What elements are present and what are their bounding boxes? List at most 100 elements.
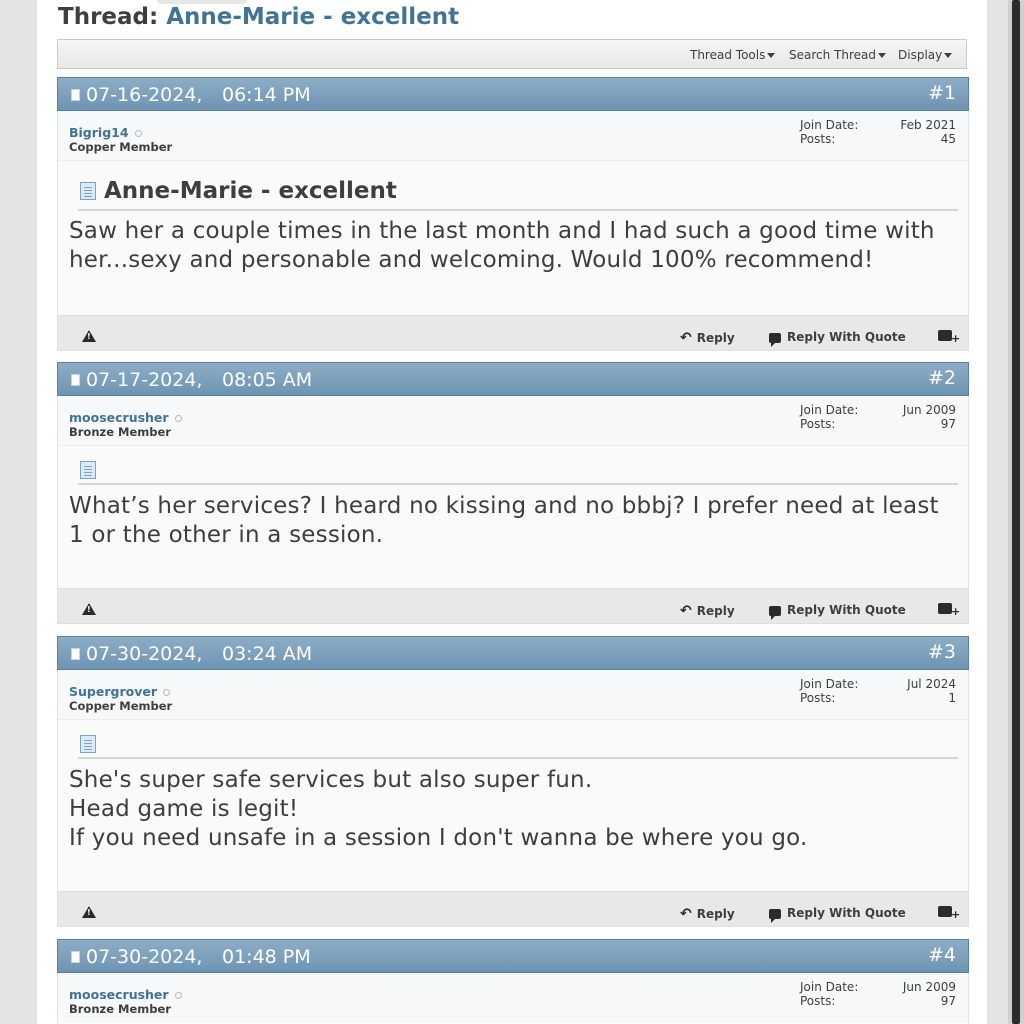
post-time: 01:48 PM: [222, 946, 311, 968]
thread-prefix: Thread:: [58, 4, 159, 30]
user-rank: Bronze Member: [69, 1002, 171, 1016]
username-text: moosecrusher: [69, 410, 169, 425]
post-status-icon: [71, 89, 80, 101]
offline-status-icon: [174, 415, 182, 422]
username-link[interactable]: moosecrusher: [69, 987, 182, 1002]
username-link[interactable]: moosecrusher: [69, 410, 182, 425]
post-number-link[interactable]: #4: [928, 944, 956, 966]
reply-with-quote-button[interactable]: Reply With Quote: [769, 330, 906, 347]
message-line: Saw her a couple times in the last month…: [69, 218, 935, 244]
reply-arrow-icon: ↶: [680, 906, 692, 922]
page-title: Thread: Anne-Marie - excellent: [58, 4, 459, 30]
reply-button[interactable]: ↶ Reply: [680, 906, 735, 922]
join-date-label: Join Date:: [800, 403, 859, 417]
message-line: her...sexy and personable and welcoming.…: [69, 247, 874, 273]
thread-tools-menu[interactable]: Thread Tools: [690, 48, 776, 62]
reply-label: Reply: [696, 907, 735, 921]
post-number-link[interactable]: #3: [928, 641, 956, 663]
post-header: 07-16-2024, 06:14 PM #1: [57, 77, 969, 111]
post-content: What’s her services? I heard no kissing …: [57, 445, 969, 589]
post-date: 07-17-2024,: [86, 369, 203, 391]
post-content: She's super safe services but also super…: [57, 719, 969, 892]
username-text: Bigrig14: [69, 125, 129, 140]
message-line: What’s her services? I heard no kissing …: [69, 493, 939, 519]
reply-with-quote-label: Reply With Quote: [787, 906, 906, 920]
title-divider: [78, 483, 958, 485]
post-time: 03:24 AM: [222, 643, 313, 665]
post-status-icon: [71, 374, 80, 386]
offline-status-icon: [162, 689, 170, 696]
reply-arrow-icon: ↶: [680, 330, 692, 346]
join-date-value: Jun 2009: [902, 403, 956, 417]
post-date: 07-30-2024,: [86, 946, 203, 968]
quote-bubble-icon: [769, 908, 781, 923]
username-link[interactable]: Bigrig14: [69, 125, 142, 140]
username-text: Supergrover: [69, 684, 157, 699]
thread-title-link[interactable]: Anne-Marie - excellent: [166, 4, 459, 30]
search-thread-label: Search Thread: [789, 48, 876, 62]
reply-with-quote-button[interactable]: Reply With Quote: [769, 603, 906, 620]
reply-with-quote-button[interactable]: Reply With Quote: [769, 906, 906, 923]
message-line: If you need unsafe in a session I don't …: [69, 825, 808, 851]
post-time: 08:05 AM: [222, 369, 313, 391]
offline-status-icon: [174, 992, 182, 999]
search-thread-menu[interactable]: Search Thread: [789, 48, 886, 62]
post-title: Anne-Marie - excellent: [104, 178, 397, 204]
post-number-link[interactable]: #2: [928, 367, 956, 389]
reply-label: Reply: [696, 331, 735, 345]
thread-tools-label: Thread Tools: [690, 48, 766, 62]
posts-label: Posts:: [800, 132, 836, 146]
posts-label: Posts:: [800, 994, 836, 1008]
post-status-icon: [71, 951, 80, 963]
post-time: 06:14 PM: [222, 84, 311, 106]
post-date: 07-16-2024,: [86, 84, 203, 106]
post-footer: ↶ Reply Reply With Quote: [57, 588, 969, 624]
post-document-icon: [80, 735, 96, 753]
user-info: Bigrig14 Copper Member Join Date: Feb 20…: [57, 111, 969, 161]
chevron-down-icon: [944, 53, 953, 58]
posts-count-value: 97: [940, 417, 956, 431]
multi-quote-icon[interactable]: [938, 603, 960, 618]
posts-count-value: 97: [940, 994, 956, 1008]
chevron-down-icon: [767, 53, 776, 58]
username-link[interactable]: Supergrover: [69, 684, 170, 699]
posts-label: Posts:: [800, 691, 836, 705]
post-document-icon: [80, 182, 96, 200]
posts-label: Posts:: [800, 417, 836, 431]
username-text: moosecrusher: [69, 987, 169, 1002]
post-number-link[interactable]: #1: [928, 82, 956, 104]
user-info: moosecrusher Bronze Member Join Date: Ju…: [57, 973, 969, 1023]
post-footer: ↶ Reply Reply With Quote: [57, 315, 969, 351]
reply-with-quote-label: Reply With Quote: [787, 330, 906, 344]
reply-arrow-icon: ↶: [680, 603, 692, 619]
display-label: Display: [898, 48, 943, 62]
join-date-value: Jun 2009: [902, 980, 956, 994]
post-content: Anne-Marie - excellent Saw her a couple …: [57, 160, 969, 316]
user-info: Supergrover Copper Member Join Date: Jul…: [57, 670, 969, 720]
post-footer: ↶ Reply Reply With Quote: [57, 891, 969, 927]
title-divider: [78, 757, 958, 759]
report-post-icon[interactable]: [82, 906, 96, 918]
title-divider: [78, 209, 958, 211]
multi-quote-icon[interactable]: [938, 906, 960, 921]
report-post-icon[interactable]: [82, 330, 96, 342]
message-line: She's super safe services but also super…: [69, 767, 593, 793]
posts-count-value: 1: [948, 691, 956, 705]
user-rank: Copper Member: [69, 140, 173, 154]
post-document-icon: [80, 461, 96, 479]
multi-quote-icon[interactable]: [938, 330, 960, 345]
user-rank: Bronze Member: [69, 425, 171, 439]
quote-bubble-icon: [769, 605, 781, 620]
reply-button[interactable]: ↶ Reply: [680, 603, 735, 619]
post-header: 07-17-2024, 08:05 AM #2: [57, 362, 969, 396]
post-header: 07-30-2024, 03:24 AM #3: [57, 636, 969, 670]
display-menu[interactable]: Display: [898, 48, 953, 62]
chevron-down-icon: [878, 53, 886, 58]
reply-with-quote-label: Reply With Quote: [787, 603, 906, 617]
thread-page: Thread: Anne-Marie - excellent Thread To…: [37, 0, 987, 1024]
report-post-icon[interactable]: [82, 603, 96, 615]
scrollbar-thumb[interactable]: [1012, 0, 1020, 1024]
post-header: 07-30-2024, 01:48 PM #4: [57, 939, 969, 973]
join-date-value: Jul 2024: [907, 677, 956, 691]
reply-button[interactable]: ↶ Reply: [680, 330, 735, 346]
